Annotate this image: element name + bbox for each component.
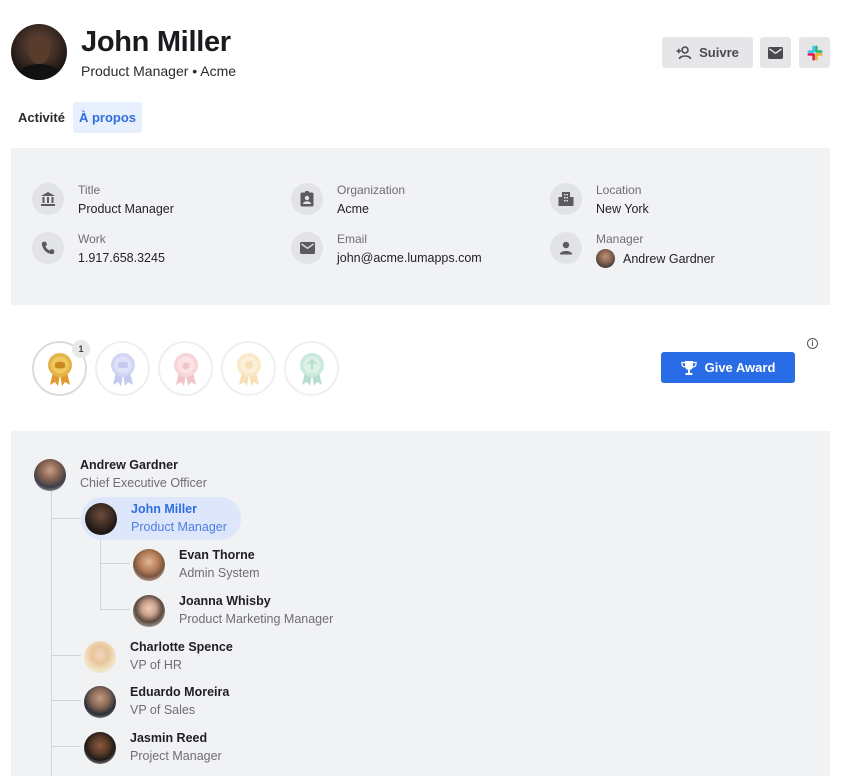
phone-icon xyxy=(32,232,64,264)
info-icon[interactable]: i xyxy=(807,338,818,349)
org-node-name: John Miller xyxy=(131,502,197,516)
manager-avatar xyxy=(596,249,615,268)
award-medal-icon xyxy=(299,352,324,386)
info-work: Work 1.917.658.3245 xyxy=(32,232,165,267)
award-badge-yellow[interactable] xyxy=(221,341,276,396)
person-add-icon xyxy=(676,45,692,59)
award-badge-pink[interactable] xyxy=(158,341,213,396)
info-email-label: Email xyxy=(337,232,368,246)
tab-activity[interactable]: Activité xyxy=(18,102,65,133)
avatar xyxy=(133,548,165,581)
mail-icon xyxy=(291,232,323,264)
info-manager-value[interactable]: Andrew Gardner xyxy=(596,249,715,268)
info-organization-label: Organization xyxy=(337,183,406,197)
info-location-label: Location xyxy=(596,183,642,197)
info-organization-value: Acme xyxy=(337,202,369,216)
award-medal-icon xyxy=(110,352,135,386)
award-medal-icon xyxy=(173,352,198,386)
follow-button[interactable]: Suivre xyxy=(662,37,753,68)
info-title: Title Product Manager xyxy=(32,183,174,218)
org-node-selected[interactable]: John Miller Product Manager xyxy=(81,497,241,540)
info-manager-label: Manager xyxy=(596,232,644,246)
org-node-peer[interactable]: Jasmin Reed Project Manager xyxy=(84,730,222,765)
org-node-report[interactable]: Evan Thorne Admin System xyxy=(133,547,260,582)
award-count: 1 xyxy=(72,340,90,358)
person-icon xyxy=(550,232,582,264)
avatar xyxy=(34,458,66,491)
give-award-label: Give Award xyxy=(704,360,776,375)
info-work-value[interactable]: 1.917.658.3245 xyxy=(78,249,165,267)
org-node-role: Project Manager xyxy=(130,749,222,763)
award-medal-icon xyxy=(236,352,261,386)
profile-avatar xyxy=(11,24,67,80)
tree-line xyxy=(100,537,101,610)
org-node-name: Jasmin Reed xyxy=(130,731,208,745)
org-node-name: Evan Thorne xyxy=(179,548,255,562)
tree-line xyxy=(100,563,130,564)
org-node-role: VP of Sales xyxy=(130,703,196,717)
trophy-icon xyxy=(680,360,697,375)
info-work-label: Work xyxy=(78,232,106,246)
city-icon xyxy=(550,183,582,215)
award-badge-blue[interactable] xyxy=(95,341,150,396)
award-medal-icon xyxy=(47,352,72,386)
org-chart: Andrew Gardner Chief Executive Officer J… xyxy=(11,431,830,776)
avatar xyxy=(84,731,116,764)
info-email-value[interactable]: john@acme.lumapps.com xyxy=(337,249,482,267)
org-node-role: Admin System xyxy=(179,566,260,580)
profile-name: John Miller xyxy=(81,26,231,58)
profile-subtitle: Product Manager • Acme xyxy=(81,63,237,79)
info-organization: Organization Acme xyxy=(291,183,405,218)
info-title-label: Title xyxy=(78,183,101,197)
org-node-peer[interactable]: Eduardo Moreira VP of Sales xyxy=(84,684,229,719)
avatar xyxy=(84,640,116,673)
org-node-name: Eduardo Moreira xyxy=(130,685,230,699)
slack-button[interactable] xyxy=(799,37,830,68)
about-info-card: Title Product Manager Organization Acme … xyxy=(11,148,830,305)
info-email: Email john@acme.lumapps.com xyxy=(291,232,482,267)
award-badge-green[interactable] xyxy=(284,341,339,396)
avatar xyxy=(85,502,117,535)
org-node-peer[interactable]: Charlotte Spence VP of HR xyxy=(84,639,233,674)
bank-icon xyxy=(32,183,64,215)
info-manager: Manager Andrew Gardner xyxy=(550,232,715,268)
org-node-role: VP of HR xyxy=(130,658,182,672)
org-node-name: Joanna Whisby xyxy=(179,594,271,608)
slack-icon xyxy=(807,45,822,60)
follow-label: Suivre xyxy=(699,45,739,60)
tree-line xyxy=(51,700,81,701)
tree-line xyxy=(51,746,81,747)
give-award-button[interactable]: Give Award xyxy=(661,352,795,383)
org-node-role: Chief Executive Officer xyxy=(80,476,207,490)
info-title-value: Product Manager xyxy=(78,202,174,216)
tree-line xyxy=(51,655,81,656)
info-location: Location New York xyxy=(550,183,649,218)
org-node-name: Charlotte Spence xyxy=(130,640,233,654)
mail-button[interactable] xyxy=(760,37,791,68)
avatar xyxy=(133,594,165,627)
org-node-role: Product Marketing Manager xyxy=(179,612,334,626)
avatar xyxy=(84,685,116,718)
info-location-value: New York xyxy=(596,202,649,216)
org-node-name: Andrew Gardner xyxy=(80,458,178,472)
mail-icon xyxy=(768,46,783,59)
tab-about[interactable]: À propos xyxy=(73,102,142,133)
tree-line xyxy=(51,518,81,519)
org-node-role: Product Manager xyxy=(131,520,227,534)
manager-name: Andrew Gardner xyxy=(623,251,715,266)
badge-icon xyxy=(291,183,323,215)
tree-line xyxy=(100,609,130,610)
tree-line xyxy=(51,489,52,776)
org-node-report[interactable]: Joanna Whisby Product Marketing Manager xyxy=(133,593,333,628)
org-node-root[interactable]: Andrew Gardner Chief Executive Officer xyxy=(34,457,207,492)
